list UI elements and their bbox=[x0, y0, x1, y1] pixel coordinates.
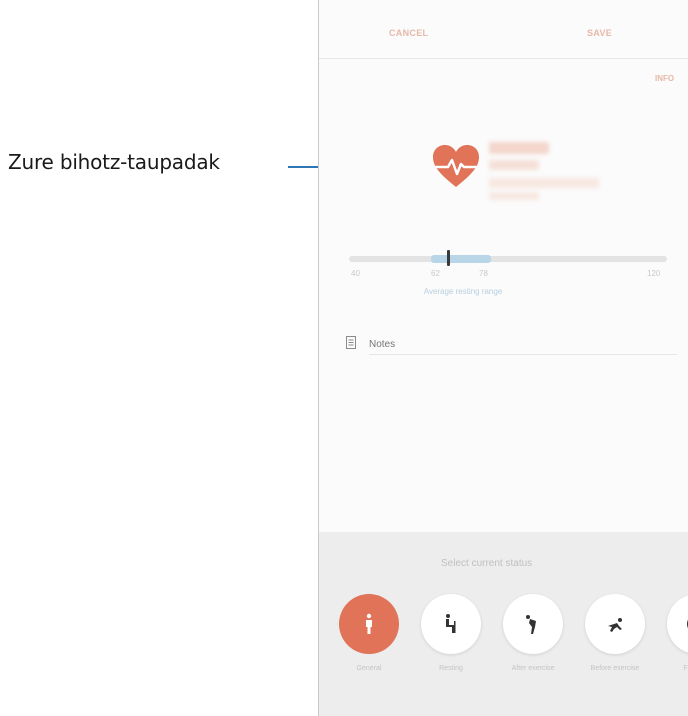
average-range-label: Average resting range bbox=[423, 287, 503, 296]
status-label-after-exercise: After exercise bbox=[511, 665, 555, 672]
current-rate-marker bbox=[447, 250, 450, 266]
range-tick: 40 bbox=[351, 269, 360, 278]
range-tick: 62 bbox=[431, 269, 440, 278]
range-tick: 120 bbox=[647, 269, 661, 278]
status-label-general: General bbox=[356, 665, 382, 672]
phone-screen: CANCEL SAVE INFO 40 62 78 120 Average re… bbox=[318, 0, 688, 716]
status-resting-button[interactable] bbox=[421, 594, 481, 654]
measurement-time bbox=[489, 192, 539, 200]
save-button[interactable]: SAVE bbox=[587, 28, 612, 38]
bpm-value bbox=[489, 142, 549, 154]
bpm-unit bbox=[489, 160, 539, 170]
status-label-before-exercise: Before exercise bbox=[590, 665, 640, 672]
note-row bbox=[343, 334, 677, 356]
heart-rate-range-bar bbox=[349, 256, 667, 262]
bending-person-icon bbox=[526, 615, 536, 634]
status-fatigued-button[interactable] bbox=[667, 594, 688, 654]
status-title: Select current status bbox=[441, 558, 533, 569]
status-label-fatigued: Fatigued bbox=[683, 665, 688, 672]
status-before-exercise-button[interactable] bbox=[585, 594, 645, 654]
info-link[interactable]: INFO bbox=[655, 74, 674, 83]
range-tick: 78 bbox=[479, 269, 488, 278]
status-after-exercise-button[interactable] bbox=[503, 594, 563, 654]
average-range-highlight bbox=[431, 255, 491, 263]
cancel-button[interactable]: CANCEL bbox=[389, 28, 428, 38]
starting-runner-icon bbox=[608, 618, 622, 632]
note-input[interactable] bbox=[369, 334, 677, 355]
status-panel: Select current status General Resting Af… bbox=[319, 532, 688, 716]
callout-label: Zure bihotz-taupadak bbox=[8, 150, 220, 174]
note-icon bbox=[346, 336, 356, 349]
standing-person-icon bbox=[366, 613, 372, 634]
top-bar: CANCEL SAVE bbox=[319, 0, 688, 59]
heart-rate-icon bbox=[431, 143, 481, 189]
status-label-resting: Resting bbox=[439, 665, 463, 672]
sitting-person-icon bbox=[446, 614, 456, 633]
status-general-button[interactable] bbox=[339, 594, 399, 654]
measurement-date bbox=[489, 178, 599, 188]
